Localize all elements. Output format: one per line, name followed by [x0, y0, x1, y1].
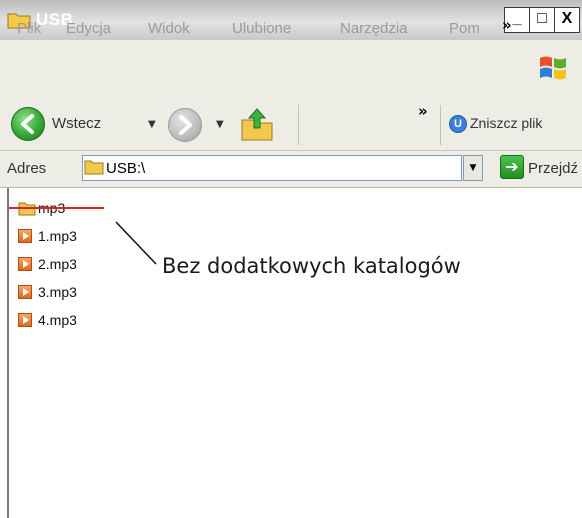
toolbar-separator: [298, 105, 299, 145]
toolbar-overflow-chevron[interactable]: »: [418, 102, 428, 120]
address-dropdown-button[interactable]: ▼: [463, 155, 483, 181]
file-name: 2.mp3: [38, 256, 77, 272]
file-name: 4.mp3: [38, 312, 77, 328]
menu-favorites[interactable]: Ulubione: [232, 20, 291, 37]
shield-u-icon[interactable]: U: [449, 115, 467, 133]
windows-flag-icon: [537, 52, 569, 86]
strike-through-line: [9, 207, 104, 209]
file-name: 3.mp3: [38, 284, 77, 300]
menu-overflow-chevron[interactable]: »: [502, 16, 512, 34]
menu-file[interactable]: Plik: [17, 20, 41, 37]
back-arrow-icon[interactable]: [11, 107, 45, 141]
annotation-text: Bez dodatkowych katalogów: [162, 254, 461, 278]
list-item[interactable]: 1.mp3: [18, 228, 98, 246]
menu-edit[interactable]: Edycja: [66, 20, 111, 37]
audio-file-icon: [18, 313, 32, 327]
annotation-pointer-line: [115, 221, 157, 265]
menu-bar: [0, 40, 582, 101]
audio-file-icon: [18, 229, 32, 243]
list-item[interactable]: 4.mp3: [18, 312, 98, 330]
audio-file-icon: [18, 285, 32, 299]
forward-dropdown-caret[interactable]: ▼: [216, 119, 224, 130]
back-button[interactable]: Wstecz: [52, 115, 101, 132]
go-button[interactable]: Przejdź: [528, 160, 578, 177]
file-name: 1.mp3: [38, 228, 77, 244]
address-label: Adres: [7, 160, 47, 177]
address-value: USB:\: [106, 160, 146, 177]
list-item[interactable]: 2.mp3: [18, 256, 98, 274]
forward-arrow-icon[interactable]: [168, 108, 202, 142]
folder-up-icon[interactable]: [240, 106, 274, 146]
toolbar-separator: [440, 105, 441, 145]
folder-icon: [84, 159, 104, 179]
list-item[interactable]: 3.mp3: [18, 284, 98, 302]
close-button[interactable]: X: [554, 7, 580, 33]
back-dropdown-caret[interactable]: ▼: [148, 119, 156, 130]
list-item[interactable]: mp3: [18, 200, 78, 218]
menu-tools[interactable]: Narzędzia: [340, 20, 408, 37]
folder-icon: [18, 201, 36, 220]
maximize-button[interactable]: □: [529, 7, 555, 33]
menu-view[interactable]: Widok: [148, 20, 190, 37]
audio-file-icon: [18, 257, 32, 271]
destroy-file-button[interactable]: Zniszcz plik: [470, 115, 542, 131]
menu-help[interactable]: Pom: [449, 20, 480, 37]
go-arrow-icon[interactable]: ➔: [500, 155, 524, 179]
